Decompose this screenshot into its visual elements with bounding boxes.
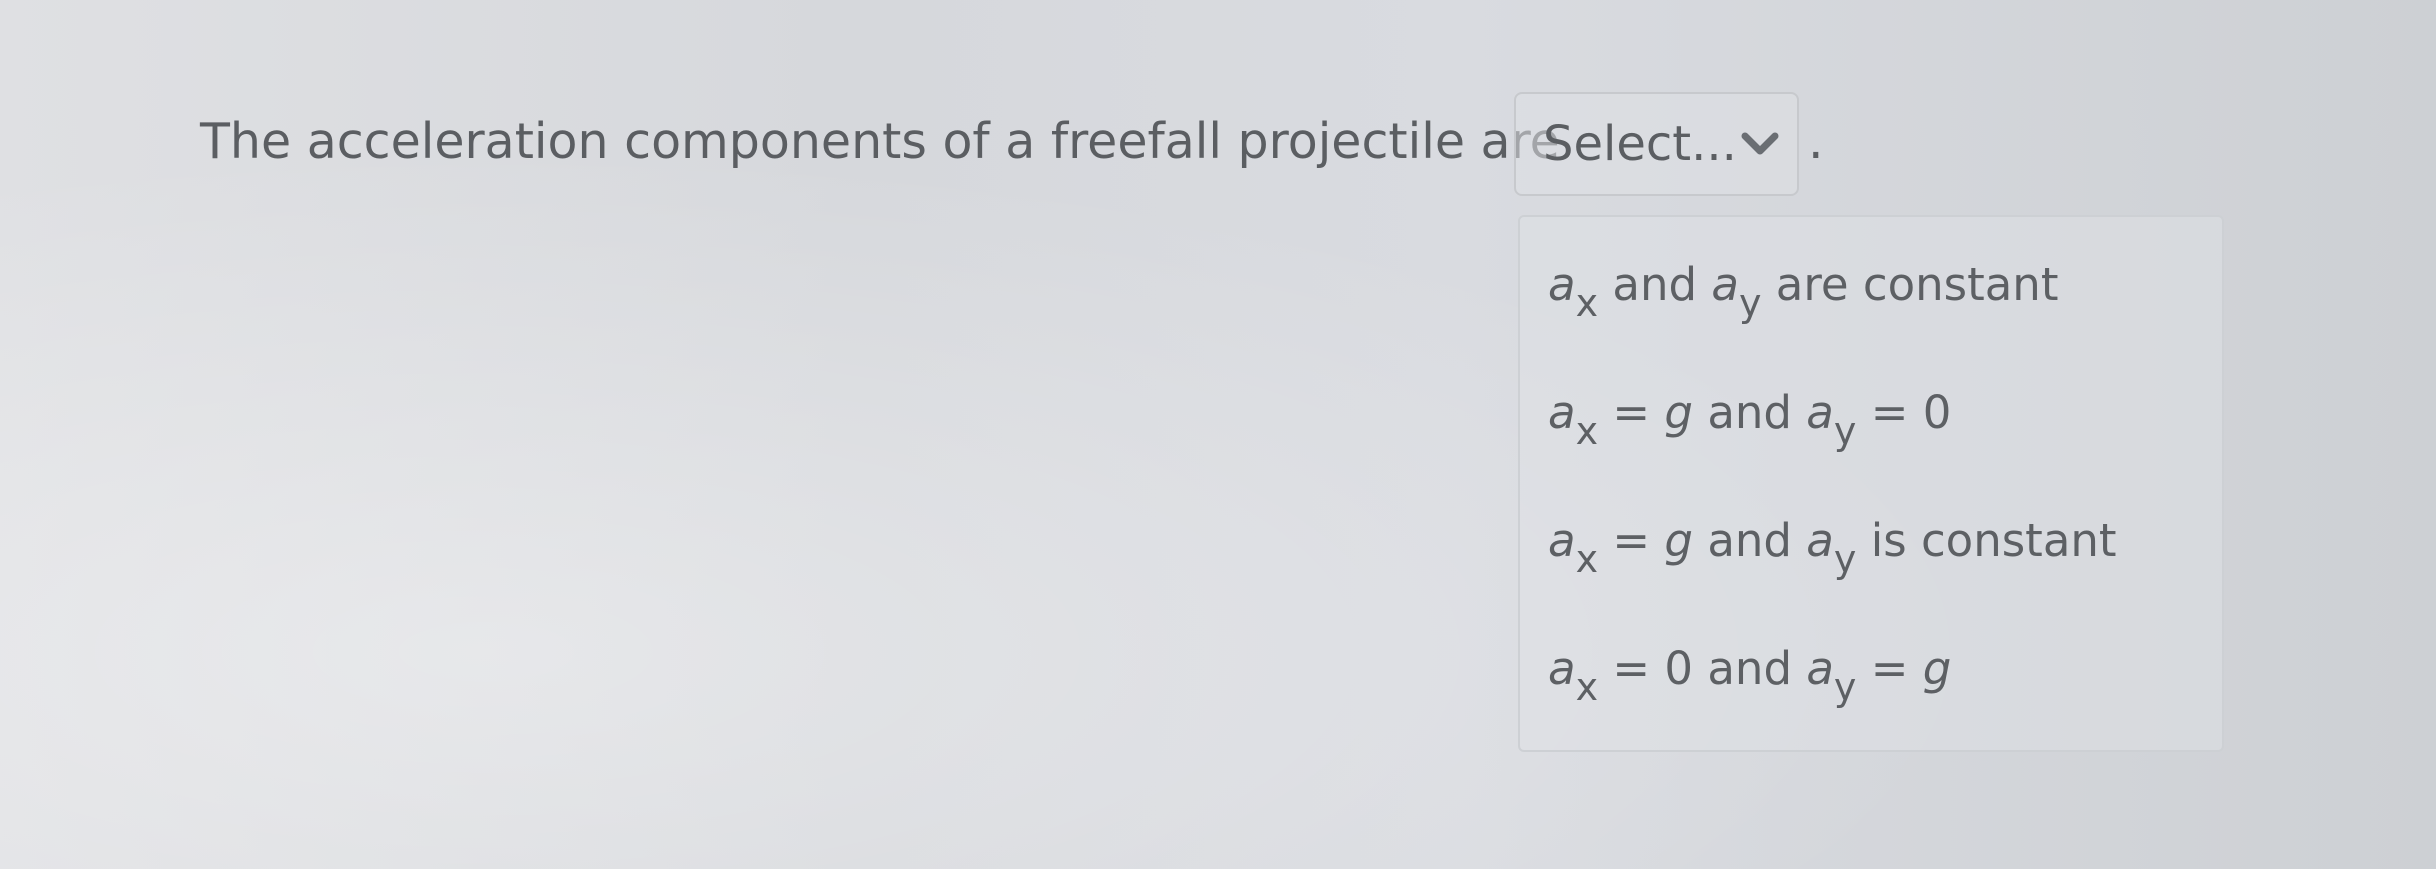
chevron-down-icon [1741, 132, 1779, 155]
option-ax-ay-constant[interactable]: ax and ay are constant [1548, 255, 2188, 365]
option-ax-g-ay-constant[interactable]: ax = g and ay is constant [1548, 511, 2188, 621]
question-text: The acceleration components of a freefal… [200, 113, 1560, 170]
option-ax-g-ay-zero[interactable]: ax = g and ay = 0 [1548, 383, 2188, 493]
dropdown-menu: ax and ay are constant ax = g and ay = 0… [1518, 215, 2224, 752]
select-label: Select... [1543, 116, 1737, 172]
answer-select[interactable]: Select... [1514, 92, 1799, 196]
option-ax-zero-ay-g[interactable]: ax = 0 and ay = g [1548, 639, 2188, 749]
sentence-period: . [1808, 113, 1824, 170]
